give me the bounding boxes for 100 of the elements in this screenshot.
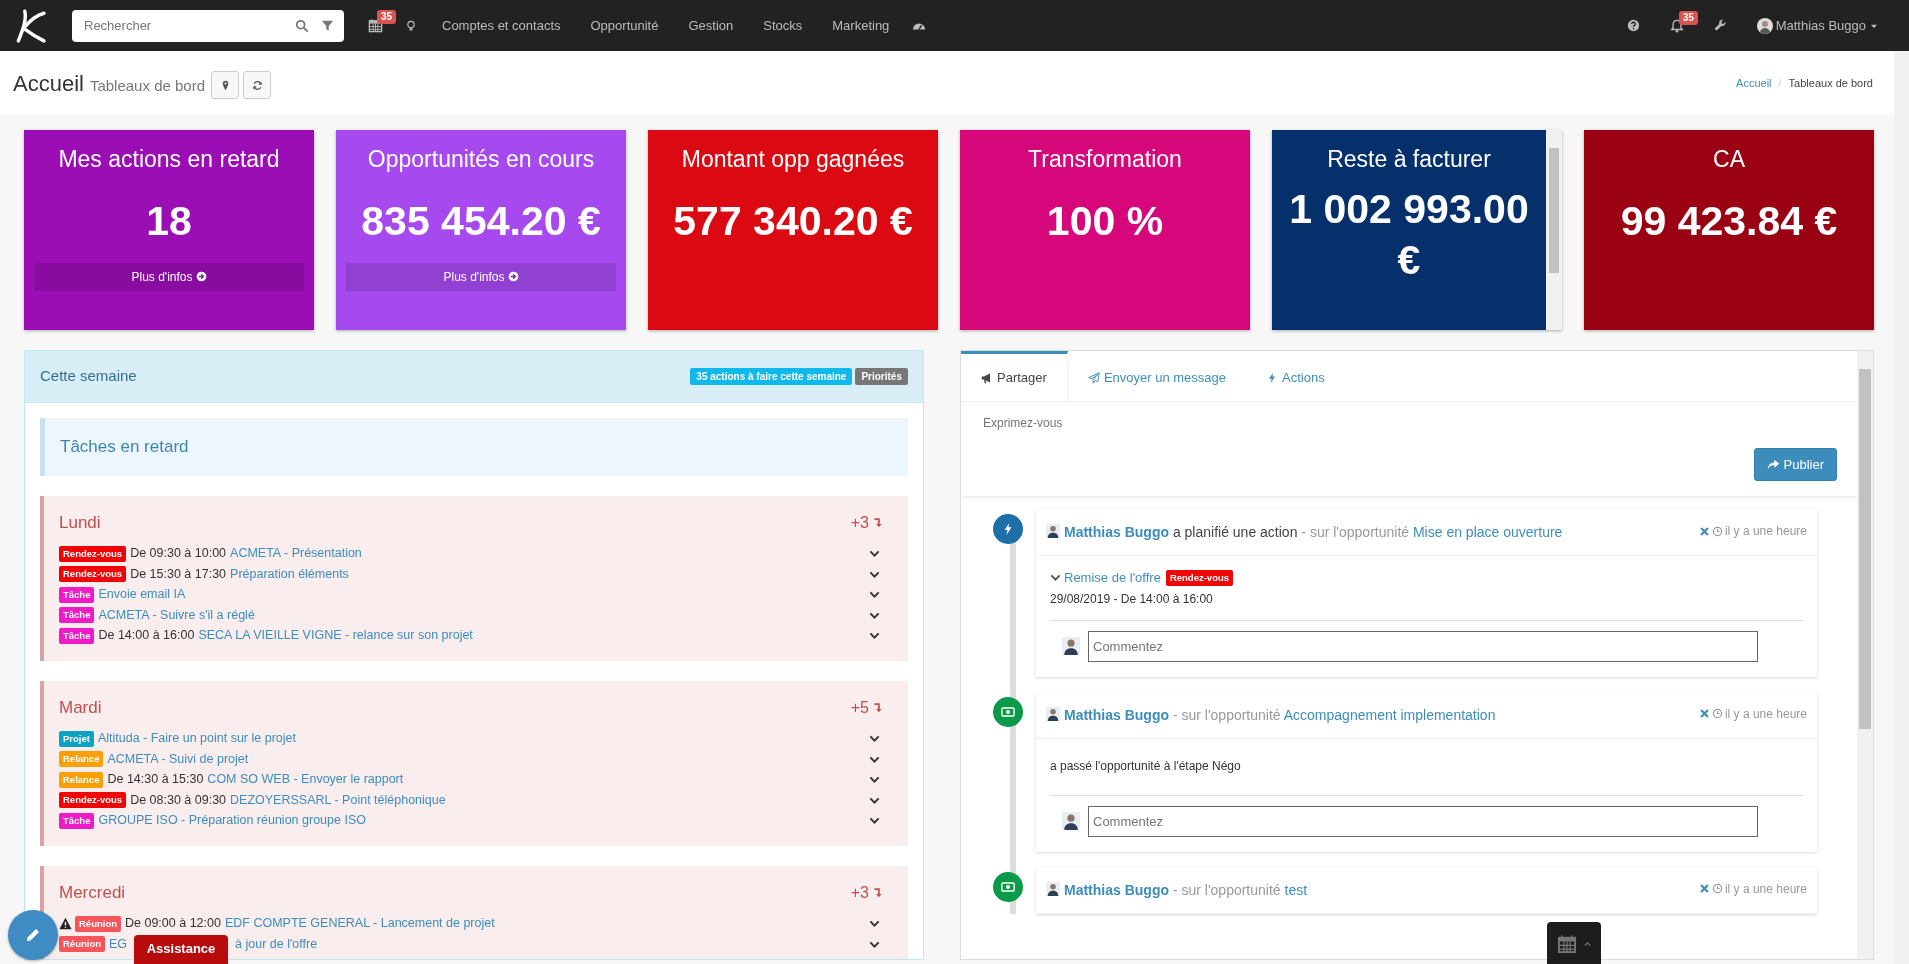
- chevron-down-icon[interactable]: [1050, 572, 1061, 584]
- task-link[interactable]: EDF COMPTE GENERAL - Lancement de projet: [224, 914, 495, 934]
- caret-up-icon: [1582, 939, 1592, 949]
- task-link[interactable]: EG: [109, 934, 128, 954]
- nav-link[interactable]: Gestion: [673, 15, 749, 36]
- level-down-icon[interactable]: [873, 887, 884, 899]
- type-label: Tâche: [59, 812, 95, 829]
- task-link[interactable]: COM SO WEB - Envoyer le rapport: [207, 770, 404, 790]
- task-link[interactable]: DEZOYERSSARL - Point téléphonique: [230, 790, 446, 810]
- expand-chevron[interactable]: [869, 815, 880, 827]
- scrollbar[interactable]: [1894, 51, 1909, 964]
- delete-icon[interactable]: [1698, 525, 1710, 537]
- more-count[interactable]: +5: [850, 695, 869, 720]
- breadcrumb-link[interactable]: Accueil: [1736, 74, 1772, 92]
- publish-button[interactable]: Publier: [1753, 447, 1837, 481]
- comment-field[interactable]: Commentez: [1088, 630, 1758, 662]
- task-link[interactable]: à jour de l'offre: [235, 934, 318, 954]
- megaphone-icon: [981, 371, 993, 384]
- expand-chevron[interactable]: [869, 589, 880, 601]
- delete-icon[interactable]: [1698, 883, 1710, 894]
- task-link[interactable]: SECA LA VIEILLE VIGNE - relance sur son projet: [198, 626, 473, 646]
- opportunity-link[interactable]: Mise en place ouverture: [1412, 524, 1563, 540]
- filter-icon[interactable]: [321, 19, 334, 32]
- user-avatar[interactable]: [1756, 17, 1773, 34]
- task-link[interactable]: ACMETA - Présentation: [230, 544, 362, 564]
- time-text: De 15:30 à 17:30: [130, 565, 227, 583]
- author-link[interactable]: Matthias Buggo: [1064, 706, 1169, 723]
- time-text: De 14:00 à 16:00: [98, 627, 195, 645]
- banknote-icon: [1001, 704, 1015, 719]
- time-text: De 14:30 à 15:30: [107, 771, 204, 789]
- expand-chevron[interactable]: [869, 918, 880, 930]
- task-link[interactable]: GROUPE ISO - Préparation réunion groupe ISO: [98, 811, 366, 831]
- expand-chevron[interactable]: [869, 733, 880, 745]
- more-count[interactable]: +3: [850, 880, 869, 905]
- kpi-title: Reste à facturer: [1326, 146, 1492, 174]
- edit-button[interactable]: [8, 910, 58, 960]
- avatar: [1062, 637, 1080, 655]
- level-down-icon[interactable]: [873, 702, 884, 714]
- chevron-down-icon: [869, 589, 880, 601]
- type-label: Tâche: [59, 607, 95, 624]
- opportunity-link[interactable]: Accompagnement implementation: [1283, 706, 1496, 723]
- avatar: [1046, 704, 1060, 723]
- more-info-link[interactable]: Plus d'infos: [34, 262, 304, 291]
- expand-chevron[interactable]: [869, 630, 880, 642]
- expand-chevron[interactable]: [869, 548, 880, 560]
- type-label: Tâche: [59, 627, 95, 644]
- bell-icon[interactable]: [1669, 18, 1684, 33]
- kpi-value: 577 340.20 €: [672, 196, 914, 246]
- page-subtitle: Tableaux de bord: [89, 75, 205, 96]
- help-icon[interactable]: [1626, 19, 1640, 32]
- task-link[interactable]: Préparation éléments: [230, 564, 349, 584]
- panel-title: Cette semaine: [40, 366, 137, 387]
- refresh-button[interactable]: [243, 71, 271, 99]
- arrow-right-icon: [195, 271, 207, 283]
- expand-chevron[interactable]: [869, 774, 880, 786]
- notification-badge: 35: [1678, 10, 1698, 25]
- calendar-icon[interactable]: [368, 18, 383, 33]
- opportunity-link[interactable]: test: [1284, 881, 1308, 898]
- more-count[interactable]: +3: [850, 510, 869, 535]
- search-icon[interactable]: [295, 18, 309, 33]
- type-label: Relance: [59, 771, 104, 788]
- task-link[interactable]: ACMETA - Suivre s'il a réglé: [98, 605, 255, 625]
- chevron-down-icon: [869, 548, 880, 560]
- calendar-icon: [1556, 934, 1577, 954]
- more-info-link[interactable]: Plus d'infos: [346, 262, 616, 291]
- calendar-widget[interactable]: [1547, 922, 1601, 964]
- scrollbar[interactable]: [1546, 130, 1562, 330]
- type-label: Relance: [59, 751, 104, 768]
- nav-link[interactable]: Stocks: [748, 15, 818, 36]
- level-down-icon[interactable]: [873, 517, 884, 529]
- lightbulb-icon[interactable]: [405, 19, 417, 32]
- search-field[interactable]: Rechercher: [72, 9, 344, 42]
- scrollbar[interactable]: [1857, 351, 1873, 959]
- tab[interactable]: Actions: [1246, 351, 1345, 401]
- wrench-icon[interactable]: [1713, 19, 1727, 32]
- task-link[interactable]: Altituda - Faire un point sur le projet: [97, 729, 296, 749]
- clock-icon: [1711, 525, 1723, 537]
- task-link[interactable]: ACMETA - Suivi de projet: [107, 749, 249, 769]
- share-icon: [1766, 457, 1780, 471]
- kpi-title: Montant opp gagnées: [680, 146, 906, 174]
- notification-badge: 35: [377, 10, 397, 24]
- author-link[interactable]: Matthias Buggo: [1064, 881, 1169, 898]
- nav-link[interactable]: Comptes et contacts: [427, 15, 576, 36]
- kpi-value: 1 002 993.00 €: [1288, 184, 1530, 285]
- type-label: Rendez-vous: [59, 792, 127, 809]
- task-link[interactable]: Envoie email IA: [98, 585, 186, 605]
- tab[interactable]: Envoyer un message: [1067, 351, 1246, 401]
- pin-button[interactable]: [211, 71, 239, 99]
- nav-link[interactable]: Opportunité: [575, 15, 674, 36]
- action-link[interactable]: Remise de l'offre: [1064, 568, 1161, 588]
- tab[interactable]: Partager: [961, 351, 1068, 401]
- comment-field[interactable]: Commentez: [1088, 805, 1758, 837]
- pencil-icon: [25, 927, 41, 943]
- count-badge: 35 actions à faire cette semaine: [690, 368, 853, 385]
- author-link[interactable]: Matthias Buggo: [1064, 524, 1169, 540]
- kpi-value: 99 423.84 €: [1619, 196, 1839, 246]
- delete-icon[interactable]: [1698, 708, 1710, 719]
- user-menu[interactable]: Matthias Buggo: [1775, 15, 1866, 36]
- nav-link[interactable]: Marketing: [817, 15, 905, 36]
- assistance-button[interactable]: Assistance: [134, 935, 228, 964]
